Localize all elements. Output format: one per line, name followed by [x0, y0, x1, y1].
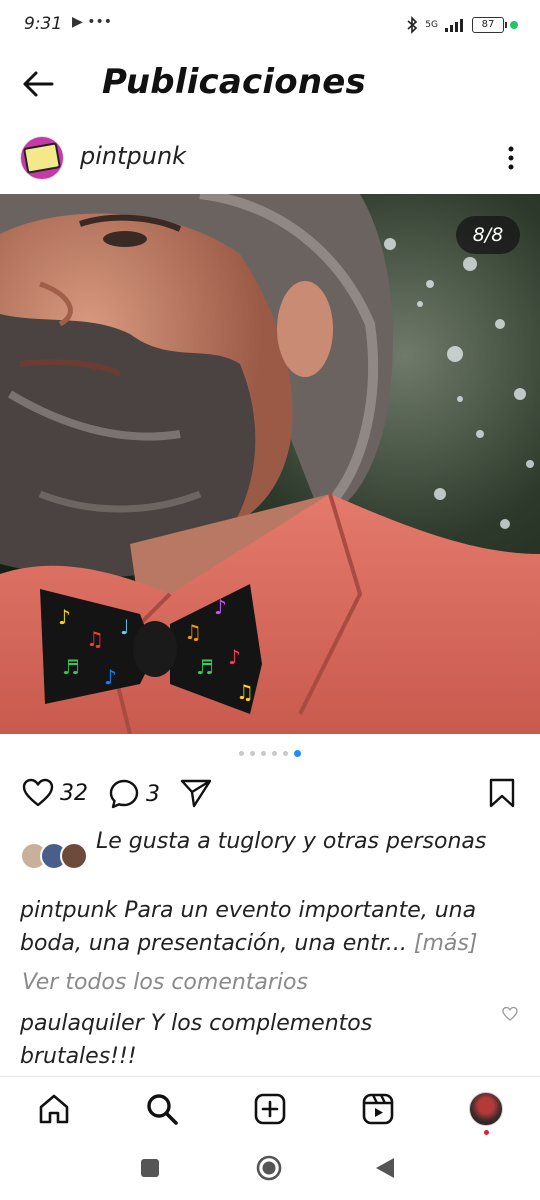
photo-man-bow-tie: ♪♫ ♬ ♪ ♫♪ ♬ ♪ ♩♫	[0, 194, 540, 734]
like-count: 32	[60, 780, 88, 806]
search-icon	[147, 1094, 178, 1125]
post-header: pintpunk	[0, 128, 540, 188]
svg-text:♬: ♬	[62, 655, 80, 679]
carousel-dot	[261, 750, 266, 756]
avatar	[469, 1092, 503, 1126]
carousel-dot	[250, 750, 255, 756]
network-label: 5G	[425, 20, 438, 30]
system-navigation-bar	[0, 1142, 540, 1200]
svg-text:♪: ♪	[228, 645, 241, 669]
comment-username[interactable]: paulaquiler	[20, 1011, 144, 1036]
svg-text:♫: ♫	[236, 680, 254, 704]
caption-username[interactable]: pintpunk	[20, 898, 117, 923]
avatar-logo	[23, 142, 61, 174]
triangle-back-icon	[376, 1158, 394, 1178]
post-image[interactable]: ♪ ♫ ♬ ♪ ♫ ♪ ♬ ♪ ♩ ♫ 8/8	[0, 194, 540, 734]
svg-text:♫: ♫	[184, 620, 202, 644]
svg-text:♫: ♫	[86, 627, 104, 651]
carousel-dot	[239, 750, 244, 756]
likes-row[interactable]: Le gusta a tuglory y otras personas	[20, 822, 520, 888]
like-button[interactable]: 32	[22, 778, 88, 808]
svg-text:♩: ♩	[120, 615, 129, 639]
view-all-comments-link[interactable]: Ver todos los comentarios	[22, 970, 308, 995]
recents-button[interactable]	[140, 1158, 160, 1182]
arrow-left-icon	[23, 71, 54, 97]
reels-icon	[362, 1093, 394, 1125]
svg-text:♬: ♬	[196, 655, 214, 679]
carousel-dots	[0, 748, 540, 758]
bookmark-icon	[489, 778, 515, 808]
back-button[interactable]	[18, 66, 58, 102]
status-right-icons: 5G 87	[405, 15, 518, 35]
carousel-dot	[283, 750, 288, 756]
nav-create[interactable]	[252, 1091, 288, 1127]
home-system-button[interactable]	[255, 1154, 283, 1186]
back-system-button[interactable]	[374, 1156, 396, 1184]
comment-button[interactable]: 3	[108, 778, 160, 810]
battery-level: 87	[481, 19, 495, 30]
app-header: Publicaciones	[0, 50, 540, 118]
paper-plane-icon	[180, 779, 212, 808]
privacy-indicator-icon	[510, 21, 518, 29]
status-bar: 9:31 ▶ ••• 5G 87	[0, 0, 540, 50]
circle-icon	[256, 1155, 282, 1181]
bluetooth-icon	[407, 16, 418, 34]
battery-icon: 87	[472, 17, 507, 33]
likes-text: Le gusta a tuglory y otras personas	[96, 829, 487, 854]
svg-text:♪: ♪	[214, 595, 227, 619]
notification-dot	[484, 1130, 489, 1135]
svg-text:♪: ♪	[104, 665, 117, 689]
comment-count: 3	[146, 781, 160, 807]
carousel-dot-active	[294, 749, 301, 757]
carousel-dot	[272, 750, 277, 756]
heart-icon	[22, 778, 54, 807]
post-username[interactable]: pintpunk	[80, 142, 186, 170]
bottom-nav	[0, 1076, 540, 1143]
nav-search[interactable]	[144, 1091, 180, 1127]
nav-profile[interactable]	[468, 1091, 504, 1135]
image-counter-badge: 8/8	[456, 216, 520, 254]
nav-reels[interactable]	[360, 1091, 396, 1127]
svg-text:♪: ♪	[58, 605, 71, 629]
status-notification-icons: ▶ •••	[72, 14, 112, 30]
comment: paulaquiler Y los complementos brutales!…	[20, 1007, 480, 1073]
more-options-button[interactable]	[506, 146, 516, 170]
comment-like-button[interactable]	[502, 1006, 518, 1026]
caption-more-link[interactable]: [más]	[407, 931, 478, 956]
save-button[interactable]	[488, 778, 516, 812]
signal-icon	[445, 19, 463, 32]
chat-bubble-icon	[109, 779, 139, 809]
post-caption[interactable]: pintpunk Para un evento importante, una …	[20, 894, 525, 960]
liker-avatar	[60, 842, 88, 870]
square-icon	[141, 1159, 159, 1177]
vertical-dots-icon	[508, 146, 514, 170]
nav-home[interactable]	[36, 1091, 72, 1127]
page-title: Publicaciones	[102, 62, 366, 102]
plus-square-icon	[254, 1093, 286, 1125]
avatar[interactable]	[20, 136, 64, 180]
share-button[interactable]	[180, 778, 212, 808]
status-time: 9:31	[24, 14, 63, 34]
heart-icon	[502, 1006, 518, 1021]
home-icon	[39, 1094, 69, 1124]
post-actions: 32 3	[0, 774, 540, 814]
